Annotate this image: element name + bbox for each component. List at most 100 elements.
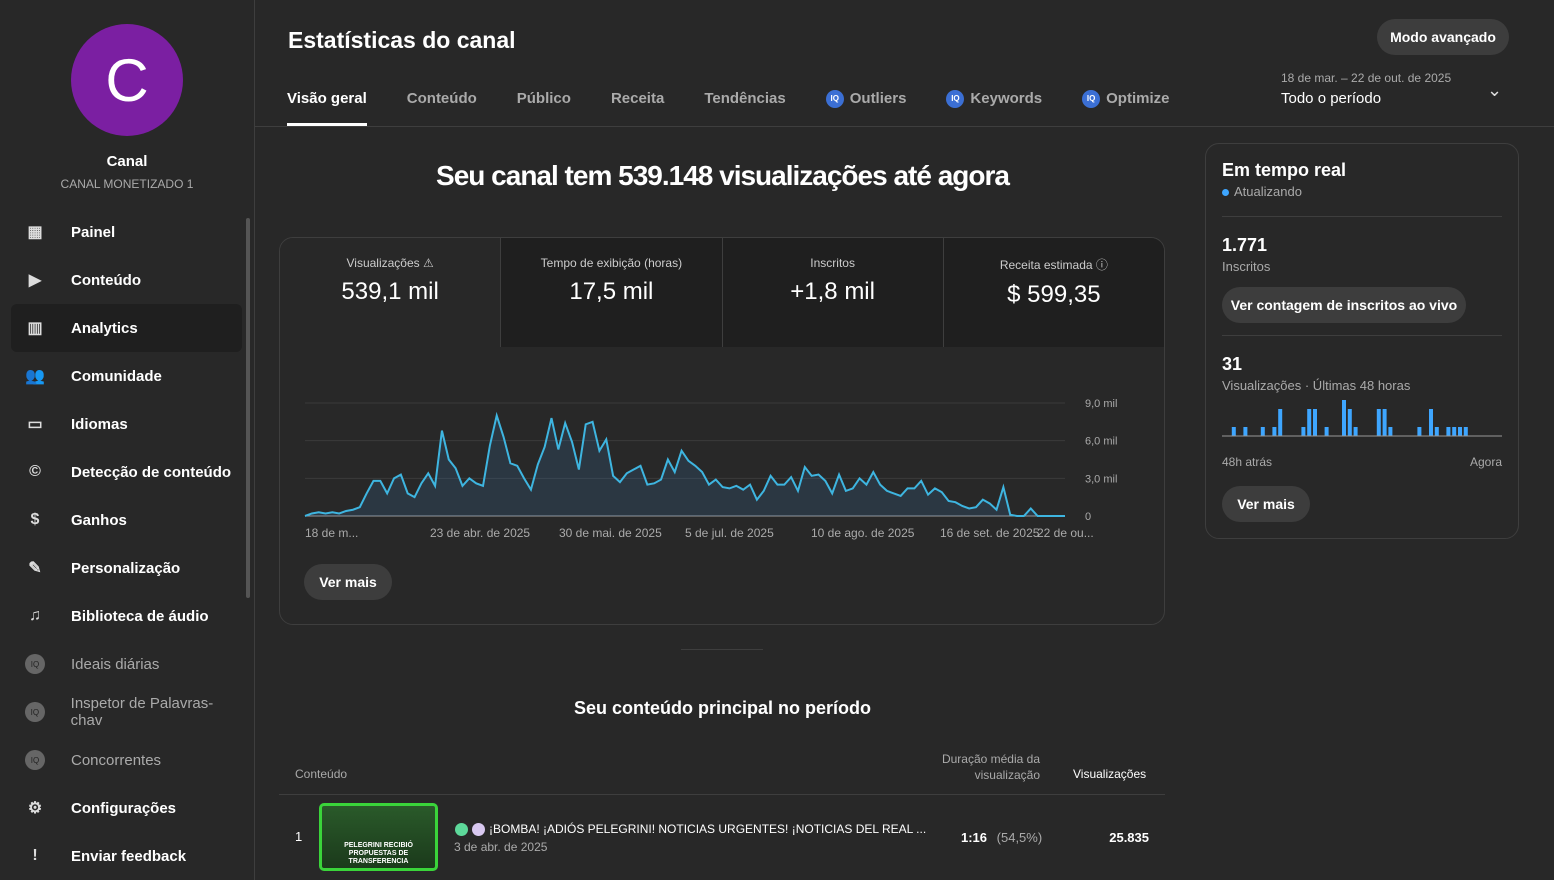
- sidebar-item-label: Ideais diárias: [71, 655, 160, 673]
- video-thumbnail[interactable]: PELEGRINI RECIBIÓ PROPUESTAS DE TRANSFER…: [319, 803, 438, 871]
- x-tick-label: 30 de mai. de 2025: [559, 526, 662, 540]
- col-avg-duration[interactable]: Duração média da visualização: [930, 751, 1040, 783]
- tab-label: Keywords: [970, 90, 1043, 107]
- realtime-bar: [1429, 409, 1433, 436]
- sidebar-item[interactable]: 👥 Comunidade: [11, 352, 242, 400]
- sidebar-item[interactable]: ♫ Biblioteca de áudio: [11, 592, 242, 640]
- realtime-bar-chart: [1222, 400, 1502, 437]
- sidebar-item-label: Painel: [71, 223, 116, 241]
- realtime-bar: [1278, 409, 1283, 436]
- realtime-bar: [1446, 427, 1451, 436]
- date-range-value: Todo o período: [1281, 90, 1382, 107]
- live-dot-icon: [1222, 189, 1229, 196]
- col-views[interactable]: Visualizações: [1073, 767, 1146, 781]
- sidebar-item[interactable]: ▦ Painel: [11, 208, 242, 256]
- sidebar-item[interactable]: $ Ganhos: [11, 496, 242, 544]
- sidebar-item-label: Concorrentes: [71, 751, 162, 769]
- table-row[interactable]: 1 PELEGRINI RECIBIÓ PROPUESTAS DE TRANSF…: [279, 795, 1165, 880]
- sidebar-item[interactable]: ! Enviar feedback: [11, 832, 242, 880]
- content-icon: ▶: [28, 272, 42, 289]
- tab[interactable]: Visão geral: [287, 90, 367, 126]
- see-more-button[interactable]: Ver mais: [304, 564, 392, 600]
- views-chart: 0 3,0 mil 6,0 mil 9,0 mil 18 de m... 23 de ab…: [304, 398, 1117, 540]
- divider: [1222, 335, 1502, 336]
- sidebar-scrollbar[interactable]: [246, 218, 250, 598]
- channel-name[interactable]: Canal: [0, 153, 254, 170]
- metric-tile[interactable]: Tempo de exibição (horas) 17,5 mil: [501, 238, 723, 347]
- x-tick-label: 5 de jul. de 2025: [685, 526, 774, 540]
- realtime-title: Em tempo real: [1222, 160, 1347, 180]
- sidebar-item-label: Conteúdo: [71, 271, 141, 289]
- video-title[interactable]: ¡BOMBA! ¡ADIÓS PELEGRINI! NOTICIAS URGEN…: [489, 822, 926, 836]
- headline: Seu canal tem 539.148 visualizações até …: [436, 160, 1010, 191]
- dashboard-icon: ▦: [27, 224, 43, 241]
- metric-value: 539,1 mil: [341, 278, 439, 305]
- sidebar-nav: ▦ Painel ▶ Conteúdo ▥ Analytics 👥 Comunidade ▭ Id…: [11, 208, 242, 880]
- tab[interactable]: Receita: [611, 90, 664, 126]
- subscriber-count: 1.771: [1222, 235, 1268, 255]
- gear-icon: ⚙: [27, 800, 43, 817]
- y-tick-label: 9,0 mil: [1085, 398, 1117, 410]
- x-tick-label: 16 de set. de 2025: [940, 526, 1040, 540]
- magic-wand-icon: ✎: [28, 560, 42, 577]
- date-range-picker[interactable]: 18 de mar. – 22 de out. de 2025 Todo o p…: [1281, 71, 1451, 107]
- advanced-mode-button[interactable]: Modo avançado: [1377, 19, 1509, 55]
- realtime-bar: [1307, 409, 1312, 436]
- row-rank: 1: [295, 829, 303, 844]
- sidebar-item[interactable]: IQ Concorrentes: [11, 736, 242, 784]
- sidebar-item-label: Detecção de conteúdo: [71, 463, 232, 481]
- tab-label: Optimize: [1106, 90, 1170, 107]
- sidebar: C Canal CANAL MONETIZADO 1 ▦ Painel ▶ Conte…: [0, 0, 255, 880]
- metric-label: Receita estimada ⓘ: [999, 258, 1108, 272]
- sidebar-item[interactable]: ▥ Analytics: [11, 304, 242, 352]
- tab[interactable]: IQ Keywords: [946, 90, 1042, 126]
- sidebar-item[interactable]: IQ Ideais diárias: [11, 640, 242, 688]
- feedback-icon: !: [32, 847, 38, 864]
- sidebar-item-label: Analytics: [71, 319, 138, 337]
- tab[interactable]: IQ Outliers: [825, 90, 907, 126]
- tab[interactable]: IQ Optimize: [1082, 90, 1169, 126]
- live-subscriber-count-button[interactable]: Ver contagem de inscritos ao vivo: [1222, 287, 1466, 323]
- metric-tile[interactable]: Receita estimada ⓘ $ 599,35: [943, 238, 1164, 347]
- col-content[interactable]: Conteúdo: [295, 767, 347, 781]
- metric-tile[interactable]: Visualizações ⚠ 539,1 mil: [280, 238, 502, 347]
- sidebar-item-label: Idiomas: [71, 415, 128, 433]
- realtime-bar: [1376, 409, 1381, 436]
- sidebar-item[interactable]: ✎ Personalização: [11, 544, 242, 592]
- video-views: 25.835: [1109, 830, 1149, 845]
- sidebar-item[interactable]: ▭ Idiomas: [11, 400, 242, 448]
- x-tick-label: 23 de abr. de 2025: [430, 526, 530, 540]
- range-end-label: Agora: [1469, 455, 1502, 469]
- tab[interactable]: Conteúdo: [407, 90, 477, 126]
- realtime-bar: [1260, 427, 1265, 436]
- tab-label: Outliers: [849, 90, 907, 107]
- metric-label: Inscritos: [810, 256, 855, 270]
- metric-value: $ 599,35: [1007, 281, 1101, 308]
- realtime-card: Em tempo real Atualizando 1.771 Inscrito…: [1205, 143, 1519, 539]
- chevron-down-icon[interactable]: ⌄: [1487, 80, 1502, 101]
- realtime-see-more-button[interactable]: Ver mais: [1222, 486, 1310, 522]
- tab[interactable]: Público: [517, 90, 571, 126]
- tab-label: Conteúdo: [406, 90, 477, 107]
- sidebar-item-label: Personalização: [71, 559, 181, 577]
- sidebar-item-label: Comunidade: [71, 367, 162, 385]
- tab[interactable]: Tendências: [704, 90, 785, 126]
- sidebar-item[interactable]: IQ Inspetor de Palavras-chav: [11, 688, 242, 736]
- metric-tile[interactable]: Inscritos +1,8 mil: [722, 238, 944, 347]
- dollar-icon: $: [30, 511, 40, 528]
- audio-library-icon: ♫: [29, 607, 41, 624]
- vidiq-icon: IQ: [25, 702, 45, 722]
- tab-label: Público: [516, 90, 571, 107]
- purple-badge-icon: [472, 822, 485, 836]
- channel-avatar[interactable]: C: [71, 24, 183, 136]
- sidebar-item[interactable]: ▶ Conteúdo: [11, 256, 242, 304]
- sidebar-item-label: Biblioteca de áudio: [71, 607, 209, 625]
- sidebar-item[interactable]: © Detecção de conteúdo: [11, 448, 242, 496]
- avg-duration: 1:16: [961, 830, 988, 845]
- avg-percent: (54,5%): [996, 830, 1043, 845]
- sidebar-item[interactable]: ⚙ Configurações: [11, 784, 242, 832]
- divider: [1222, 216, 1502, 217]
- realtime-bar: [1434, 427, 1439, 436]
- tab-label: Tendências: [704, 90, 786, 107]
- tab-bar: Visão geral Conteúdo Público Receita Tendênc…: [287, 90, 1169, 126]
